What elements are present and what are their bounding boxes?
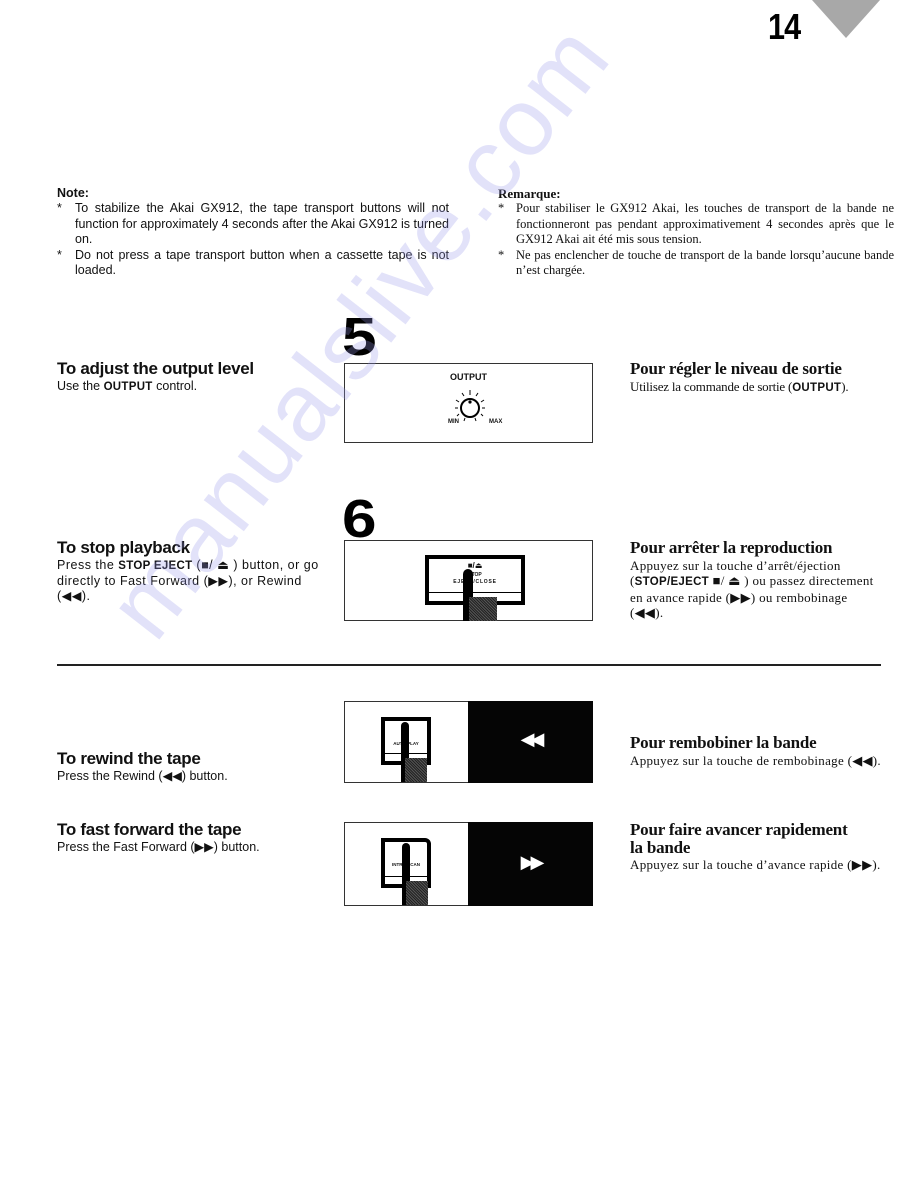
section-title-line: Pour faire avancer rapidement: [630, 820, 848, 839]
section-text: Appuyez sur la touche d’arrêt/éjection (…: [630, 558, 882, 620]
knob-min-label: MIN: [448, 419, 459, 425]
corner-triangle-decoration: [812, 0, 880, 38]
section-title: To rewind the tape: [57, 749, 201, 768]
section-title-line: la bande: [630, 838, 691, 857]
bullet-asterisk: *: [498, 247, 505, 262]
note-english-item: * To stabilize the Akai GX912, the tape t…: [57, 201, 449, 247]
section-output-english: To adjust the output level Use the OUTPU…: [57, 359, 327, 395]
section-title: Pour faire avancer rapidement la bande: [630, 821, 886, 857]
note-english-item-text: To stabilize the Akai GX912, the tape tr…: [75, 201, 449, 247]
fast-forward-button-illustration: INTRO SCAN ▶▶: [344, 822, 593, 906]
rewind-button-illustration: AUTO PLAY ◀◀: [344, 701, 593, 783]
note-french: Remarque: * Pour stabiliser le GX912 Akai…: [498, 186, 894, 278]
keyword-stop-eject: STOP/EJECT: [634, 576, 710, 588]
section-divider: [57, 664, 881, 666]
keyword-output: OUTPUT: [792, 382, 842, 394]
stop-label: STOP: [468, 572, 482, 578]
section-output-french: Pour régler le niveau de sortie Utilisez…: [630, 359, 900, 396]
text-span: Press the: [57, 558, 119, 572]
note-french-item-text: Ne pas enclencher de touche de transport…: [516, 247, 894, 278]
section-title: To fast forward the tape: [57, 820, 242, 839]
note-english-item-text: Do not press a tape transport button whe…: [75, 247, 449, 278]
section-text: Use the OUTPUT control.: [57, 379, 327, 395]
section-fast-forward-english: To fast forward the tape Press the Fast …: [57, 820, 337, 855]
section-rewind-english: To rewind the tape Press the Rewind (◀◀)…: [57, 749, 327, 784]
section-text: Appuyez sur la touche d’avance rapide (▶…: [630, 857, 881, 872]
section-text: Appuyez sur la touche de rembobinage (◀◀…: [630, 753, 881, 768]
text-span: ).: [841, 379, 849, 394]
output-knob-illustration: OUTPUT MIN MAX: [344, 363, 593, 443]
step-number-5: 5: [342, 307, 377, 367]
hand-icon: [405, 758, 427, 782]
eject-close-label: EJECT/CLOSE: [453, 579, 497, 585]
section-text: Press the Rewind (◀◀) button.: [57, 769, 228, 783]
output-knob-label: OUTPUT: [450, 372, 487, 382]
section-fast-forward-french: Pour faire avancer rapidement la bande A…: [630, 821, 886, 873]
rewind-icon: ◀◀: [520, 729, 545, 749]
note-french-item: * Pour stabiliser le GX912 Akai, les touc…: [498, 201, 894, 247]
section-text: Press the STOP EJECT (■/ ⏏ ) button, or …: [57, 558, 319, 604]
bullet-asterisk: *: [57, 247, 62, 262]
section-rewind-french: Pour rembobiner la bande Appuyez sur la …: [630, 733, 886, 768]
section-text: Press the Fast Forward (▶▶) button.: [57, 840, 260, 854]
note-english-item: * Do not press a tape transport button wh…: [57, 248, 449, 279]
note-french-title: Remarque:: [498, 186, 561, 201]
stop-eject-symbol: ■/⏏: [467, 561, 483, 570]
button-edge-line: [429, 592, 521, 593]
text-span: Use the: [57, 379, 104, 393]
stop-eject-button-illustration: ■/⏏ STOP EJECT/CLOSE: [344, 540, 593, 621]
section-stop-english: To stop playback Press the STOP EJECT (■…: [57, 538, 319, 604]
section-title: Pour régler le niveau de sortie: [630, 359, 842, 378]
knob-max-label: MAX: [489, 419, 503, 425]
page-number: 14: [768, 6, 801, 47]
rewind-display-panel: ◀◀: [468, 701, 593, 783]
section-stop-french: Pour arrêter la reproduction Appuyez sur…: [630, 538, 882, 620]
section-title: Pour arrêter la reproduction: [630, 538, 833, 557]
bullet-asterisk: *: [498, 201, 505, 216]
keyword-output: OUTPUT: [103, 381, 153, 393]
fast-forward-display-panel: ▶▶: [468, 822, 593, 906]
section-text: Utilisez la commande de sortie (OUTPUT).: [630, 379, 900, 396]
hand-icon: [406, 881, 428, 905]
note-french-item: * Ne pas enclencher de touche de transpor…: [498, 248, 894, 279]
section-title: Pour rembobiner la bande: [630, 733, 817, 752]
bullet-asterisk: *: [57, 201, 62, 216]
section-title: To stop playback: [57, 538, 190, 557]
text-span: Utilisez la commande de sortie (: [630, 379, 793, 394]
step-number-6: 6: [342, 489, 377, 549]
text-span: control.: [152, 379, 198, 393]
hand-icon: [469, 597, 497, 621]
note-english: Note: * To stabilize the Akai GX912, the …: [57, 186, 449, 278]
fast-forward-icon: ▶▶: [520, 852, 545, 872]
section-title: To adjust the output level: [57, 359, 254, 378]
note-french-item-text: Pour stabiliser le GX912 Akai, les touch…: [516, 201, 894, 247]
keyword-stop-eject: STOP EJECT: [118, 560, 193, 572]
note-english-title: Note:: [57, 186, 89, 200]
